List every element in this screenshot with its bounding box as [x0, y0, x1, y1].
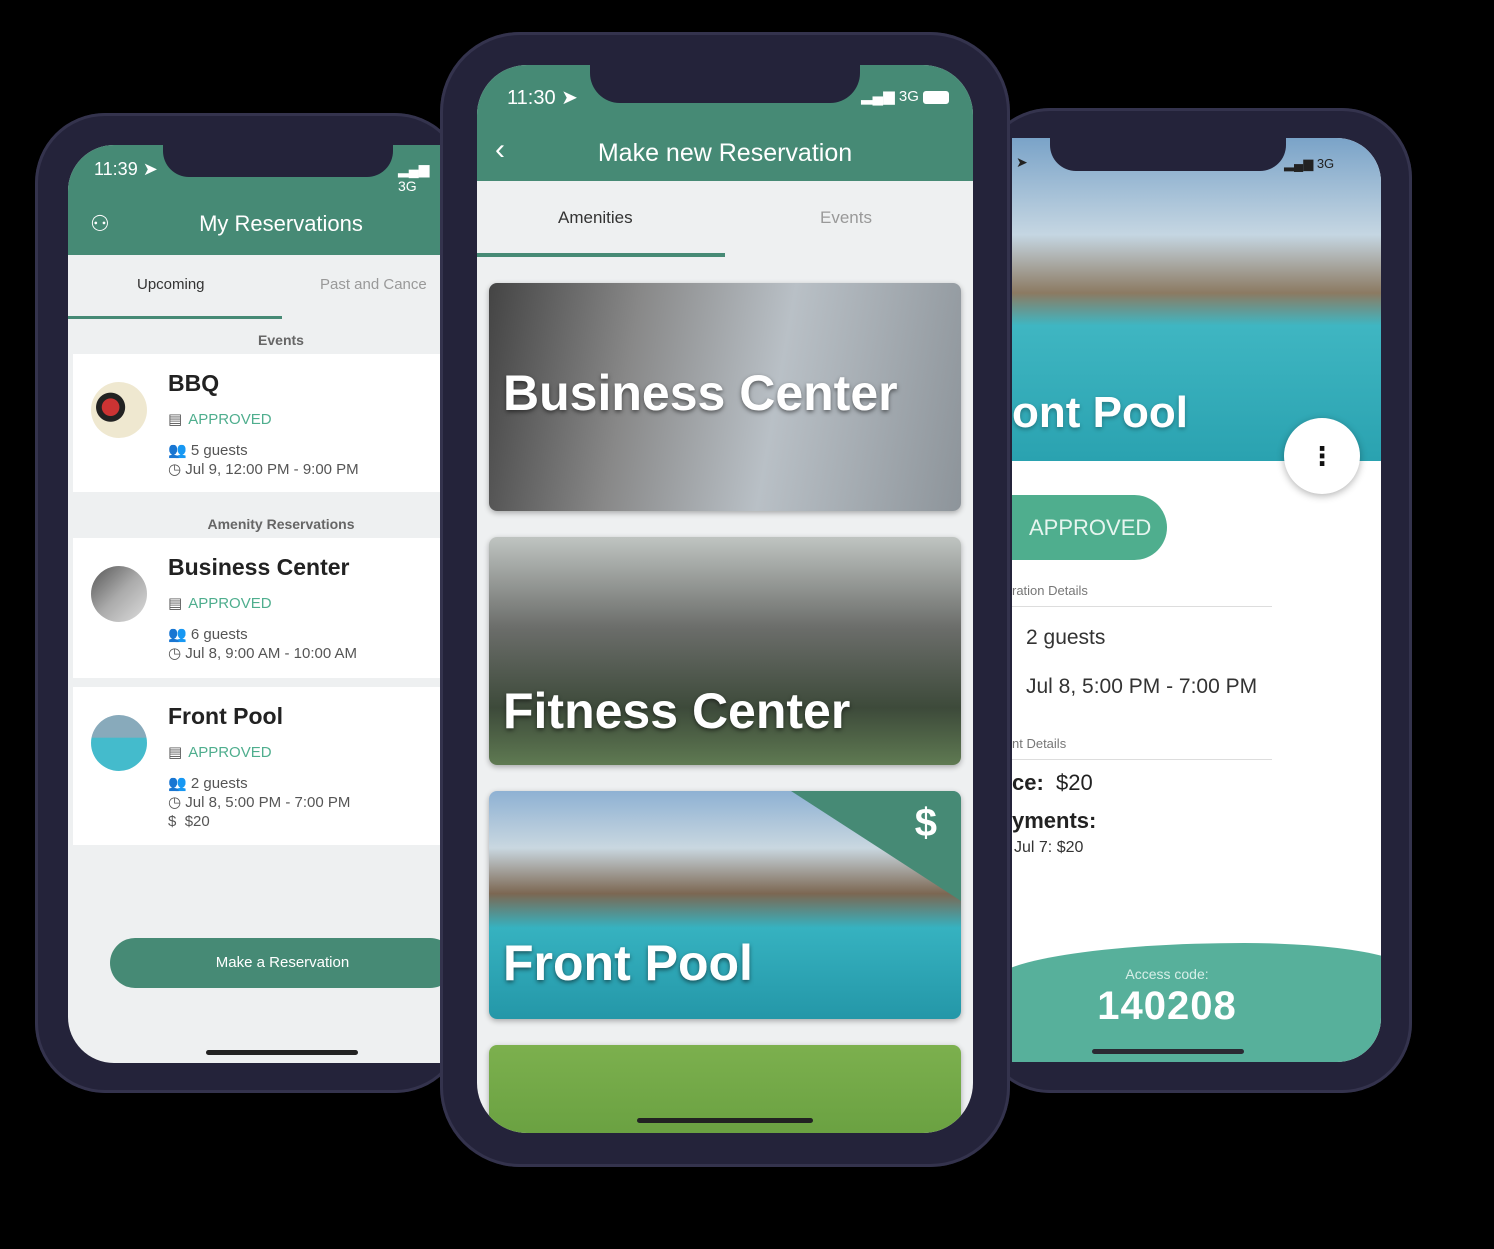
card-title: Business Center [168, 554, 350, 580]
dollar-icon: $ [168, 813, 177, 830]
clock-icon: ◷ [168, 794, 182, 811]
amenity-card-fitness-center[interactable]: Fitness Center [489, 537, 961, 765]
page-title: Make new Reservation [597, 139, 853, 167]
people-icon: 👥 [168, 442, 187, 459]
amenity-card-business-center[interactable]: Business Center [489, 283, 961, 511]
more-options-button[interactable]: ⋮ [1284, 418, 1360, 494]
front-pool-avatar [91, 715, 147, 771]
time: ◷ Jul 8, 5:00 PM - 7:00 PM [168, 794, 351, 811]
home-indicator [1092, 1049, 1244, 1054]
tab-past-and-cancelled[interactable]: Past and Cance [320, 276, 427, 293]
make-reservation-screen: 11:30 ➤ ▂▄▆ 3G ‹ Make new Reservation Am… [477, 65, 973, 1133]
home-indicator [206, 1050, 358, 1055]
status-approved: ▤ APPROVED [168, 744, 272, 761]
divider [1012, 759, 1272, 760]
bbq-avatar [91, 382, 147, 438]
time: ◷ Jul 8, 9:00 AM - 10:00 AM [168, 645, 358, 662]
status-badge: APPROVED [1012, 495, 1167, 560]
tab-indicator [68, 316, 282, 319]
tab-upcoming[interactable]: Upcoming [137, 276, 205, 293]
reservation-card-bbq[interactable]: BBQ ▤ APPROVED 👥 5 guests ◷ Jul 9, 12:00 … [73, 354, 440, 492]
battery-icon [923, 90, 950, 104]
clock-icon: ◷ [168, 645, 182, 662]
time: ◷ Jul 9, 12:00 PM - 9:00 PM [168, 461, 359, 478]
location-icon: ➤ [1016, 154, 1028, 170]
status-signal: ▂▄▆ 3G [398, 161, 430, 194]
guests: 2 guests [1026, 626, 1106, 649]
payment-details-label: nt Details [1012, 736, 1067, 751]
calendar-icon: ▤ [168, 595, 183, 612]
amenity-name: Business Center [503, 365, 898, 421]
status-signal: ▂▄▆ 3G [1284, 156, 1335, 171]
notch [1050, 138, 1286, 171]
tab-amenities[interactable]: Amenities [558, 208, 633, 228]
status-time: 11:39 ➤ [94, 159, 158, 179]
calendar-icon: ▤ [168, 411, 183, 428]
divider [1012, 606, 1272, 607]
my-reservations-screen: 11:39 ➤ ▂▄▆ 3G ⚇ My Reservations Upcomin… [68, 145, 440, 1063]
business-center-avatar [91, 566, 147, 622]
status-approved: ▤ APPROVED [168, 595, 272, 612]
people-icon: 👥 [168, 775, 187, 792]
reservation-details-label: ration Details [1012, 583, 1088, 598]
amenity-name: Front Pool [503, 935, 753, 991]
calendar-icon: ▤ [168, 744, 183, 761]
people-icon: 👥 [168, 626, 187, 643]
reservation-detail-screen: ➤ ▂▄▆ 3G ont Pool ⋮ APPROVED ration Deta… [1012, 138, 1381, 1062]
tab-indicator [477, 253, 725, 257]
tab-events[interactable]: Events [820, 208, 872, 228]
clock-icon: ◷ [168, 461, 182, 478]
notch [163, 145, 393, 177]
status-time: 11:30 ➤ [507, 87, 578, 109]
access-code: 140208 [1097, 984, 1237, 1028]
price: $ $20 [168, 813, 210, 830]
guests: 👥 6 guests [168, 626, 248, 643]
reservation-card-business-center[interactable]: Business Center ▤ APPROVED 👥 6 guests ◷ J… [73, 538, 440, 678]
payments-label: yments: [1012, 808, 1097, 833]
guests: 👥 2 guests [168, 775, 248, 792]
events-header: Events [258, 332, 304, 348]
status-signal: ▂▄▆ 3G [861, 87, 950, 105]
payment-entry: Jul 7: $20 [1014, 839, 1084, 856]
amenity-card-front-pool[interactable]: $ Front Pool [489, 791, 961, 1019]
price: ce: $20 [1012, 770, 1093, 795]
card-title: Front Pool [168, 703, 283, 729]
home-indicator [637, 1118, 813, 1123]
amenity-title: ont Pool [1012, 388, 1188, 437]
amenity-name: Fitness Center [503, 683, 851, 739]
guests: 👥 5 guests [168, 442, 248, 459]
reservation-card-front-pool[interactable]: Front Pool ▤ APPROVED 👥 2 guests ◷ Jul 8,… [73, 687, 440, 845]
amenity-header: Amenity Reservations [207, 516, 355, 532]
card-title: BBQ [168, 370, 220, 396]
make-reservation-button[interactable]: Make a Reservation [110, 938, 440, 988]
access-code-label: Access code: [1125, 966, 1209, 982]
time: Jul 8, 5:00 PM - 7:00 PM [1026, 675, 1258, 698]
notch [590, 65, 860, 103]
status-approved: ▤ APPROVED [168, 411, 272, 428]
page-title: My Reservations [199, 211, 363, 236]
dollar-icon: $ [914, 801, 937, 845]
